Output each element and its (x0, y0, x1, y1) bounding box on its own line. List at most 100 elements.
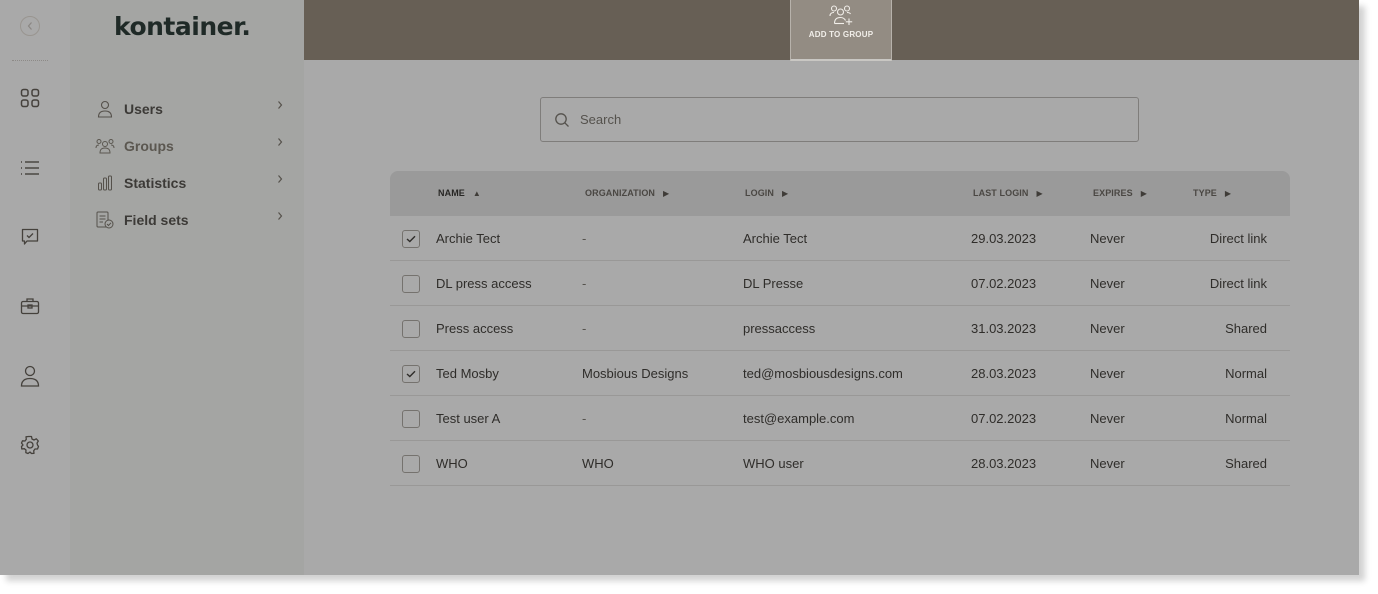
list-icon (21, 161, 39, 175)
search-input[interactable] (580, 112, 1120, 127)
bar-chart-icon (94, 172, 116, 194)
checkmark-icon (406, 370, 416, 378)
cell-name: Press access (436, 321, 514, 336)
briefcase-icon (20, 298, 40, 315)
cell-expires: Never (1090, 366, 1125, 381)
table-row[interactable]: Ted Mosby Mosbious Designs ted@mosbiousd… (390, 351, 1290, 396)
cell-name: WHO (436, 456, 468, 471)
user-icon (20, 365, 40, 387)
cell-organization: WHO (582, 456, 614, 471)
cell-organization: - (582, 321, 587, 336)
column-label: LOGIN (745, 188, 774, 198)
column-header-expires[interactable]: EXPIRES ▶ (1093, 188, 1147, 198)
cell-expires: Never (1090, 321, 1125, 336)
collapse-sidebar-button[interactable] (20, 16, 40, 36)
table-row[interactable]: Press access - pressaccess 31.03.2023 Ne… (390, 306, 1290, 351)
rail-item-dashboard[interactable] (18, 86, 42, 110)
rail-divider (12, 60, 48, 61)
cell-name: Test user A (436, 411, 501, 426)
cell-last-login: 28.03.2023 (971, 456, 1037, 471)
cell-organization: - (582, 276, 587, 291)
cell-last-login: 29.03.2023 (971, 231, 1037, 246)
cell-type: Shared (1225, 321, 1267, 336)
icon-rail (0, 0, 70, 575)
sort-icon: ▶ (1036, 188, 1043, 198)
sidebar-item-label: Field sets (124, 211, 189, 228)
cell-type: Shared (1225, 456, 1267, 471)
add-to-group-button[interactable]: ADD TO GROUP (790, 0, 892, 61)
cell-organization: - (582, 231, 587, 246)
column-label: ORGANIZATION (585, 188, 656, 198)
sidebar-item-label: Users (124, 100, 163, 117)
sort-icon: ▶ (782, 188, 789, 198)
users-group-icon (94, 135, 116, 157)
chevron-right-icon (278, 212, 283, 220)
search-box[interactable] (540, 97, 1139, 142)
table-header: NAME ▲ ORGANIZATION ▶ LOGIN ▶ LAST LOGIN… (390, 171, 1290, 216)
sort-icon: ▶ (1224, 188, 1232, 198)
table-row[interactable]: WHO WHO WHO user 28.03.2023 Never Shared (390, 441, 1290, 486)
cell-last-login: 07.02.2023 (971, 411, 1037, 426)
user-icon (94, 98, 116, 120)
cell-expires: Never (1090, 411, 1125, 426)
column-header-last-login[interactable]: LAST LOGIN ▶ (973, 188, 1043, 198)
row-checkbox[interactable] (402, 455, 420, 473)
column-header-organization[interactable]: ORGANIZATION ▶ (585, 188, 669, 198)
sidebar-nav: Users Groups Statistics Field sets (94, 90, 284, 238)
sidebar-item-field-sets[interactable]: Field sets (94, 201, 284, 238)
cell-login: WHO user (743, 456, 804, 471)
row-checkbox[interactable] (402, 275, 420, 293)
checkmark-icon (406, 235, 416, 243)
cell-login: DL Presse (743, 276, 804, 291)
cell-login: ted@mosbiousdesigns.com (743, 366, 903, 381)
column-label: NAME (438, 188, 465, 198)
column-header-type[interactable]: TYPE ▶ (1193, 188, 1231, 198)
message-check-icon (21, 228, 39, 245)
cell-organization: - (582, 411, 587, 426)
cell-name: Archie Tect (436, 231, 501, 246)
chevron-right-icon (278, 175, 283, 183)
cell-last-login: 28.03.2023 (971, 366, 1037, 381)
rail-item-messages[interactable] (18, 225, 42, 249)
table-row[interactable]: Archie Tect - Archie Tect 29.03.2023 Nev… (390, 216, 1290, 261)
rail-item-briefcase[interactable] (18, 294, 42, 318)
rail-item-list[interactable] (18, 156, 42, 180)
row-checkbox[interactable] (402, 230, 420, 248)
cell-login: test@example.com (743, 411, 855, 426)
cell-last-login: 07.02.2023 (971, 276, 1037, 291)
chevron-right-icon (278, 138, 283, 146)
row-checkbox[interactable] (402, 365, 420, 383)
table-row[interactable]: Test user A - test@example.com 07.02.202… (390, 396, 1290, 441)
cell-type: Normal (1225, 411, 1267, 426)
cell-expires: Never (1090, 231, 1125, 246)
chevron-right-icon (278, 101, 283, 109)
cell-login: pressaccess (743, 321, 816, 336)
app-window: kontainer. Users Groups Statistics Field… (0, 0, 1359, 575)
cell-type: Normal (1225, 366, 1267, 381)
row-checkbox[interactable] (402, 410, 420, 428)
sidebar-item-statistics[interactable]: Statistics (94, 164, 284, 201)
sidebar-item-groups[interactable]: Groups (94, 127, 284, 164)
sidebar-item-label: Groups (124, 137, 174, 154)
column-label: TYPE (1193, 188, 1217, 198)
sort-ascending-icon: ▲ (472, 188, 481, 198)
row-checkbox[interactable] (402, 320, 420, 338)
secondary-sidebar: kontainer. Users Groups Statistics Field… (70, 0, 304, 575)
users-add-icon (829, 5, 853, 25)
sort-icon: ▶ (1140, 188, 1147, 198)
search-icon (555, 112, 569, 127)
cell-type: Direct link (1209, 231, 1267, 246)
sidebar-item-users[interactable]: Users (94, 90, 284, 127)
dashboard-grid-icon (20, 88, 40, 108)
sidebar-item-label: Statistics (124, 174, 187, 191)
column-header-name[interactable]: NAME ▲ (438, 188, 481, 198)
table-row[interactable]: DL press access - DL Presse 07.02.2023 N… (390, 261, 1290, 306)
users-table: NAME ▲ ORGANIZATION ▶ LOGIN ▶ LAST LOGIN… (390, 171, 1290, 486)
column-label: EXPIRES (1093, 188, 1133, 198)
column-header-login[interactable]: LOGIN ▶ (745, 188, 788, 198)
rail-item-profile[interactable] (18, 364, 42, 388)
cell-expires: Never (1090, 456, 1125, 471)
rail-item-settings[interactable] (18, 433, 42, 457)
column-label: LAST LOGIN (973, 188, 1029, 198)
brand-logo[interactable]: kontainer. (114, 12, 251, 41)
